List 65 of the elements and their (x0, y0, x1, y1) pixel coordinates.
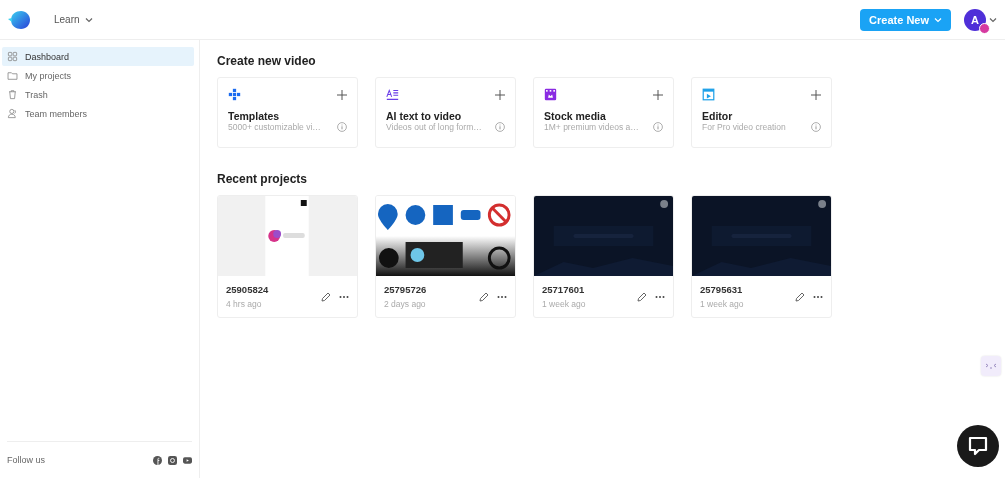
pencil-icon[interactable] (479, 291, 489, 302)
text-lines-icon (386, 88, 399, 101)
project-name: 25795726 (384, 284, 427, 295)
sidebar-label: Team members (25, 108, 87, 119)
project-time: 1 week ago (700, 299, 744, 309)
more-icon[interactable] (655, 294, 665, 299)
project-time: 2 days ago (384, 299, 427, 309)
more-icon[interactable] (497, 294, 507, 299)
follow-us-label: Follow us (7, 455, 45, 465)
sidebar-label: My projects (25, 70, 71, 81)
card-title: Editor (702, 110, 733, 122)
section-title: Create new video (217, 54, 317, 68)
sidebar-label: Dashboard (25, 51, 70, 62)
pencil-icon[interactable] (637, 291, 647, 302)
more-icon[interactable] (339, 294, 349, 299)
caret-icon[interactable] (989, 16, 997, 23)
project-card[interactable]: 25795726 2 days ago (375, 195, 516, 318)
card-subtitle: 1M+ premium videos a… (544, 122, 639, 132)
pencil-icon[interactable] (795, 291, 805, 302)
create-card[interactable]: Stock media 1M+ premium videos a… (533, 77, 674, 148)
caret-icon (84, 16, 93, 23)
instagram-icon[interactable] (168, 455, 177, 465)
sidebar-label: Trash (25, 89, 48, 100)
project-name: 25905824 (226, 284, 269, 295)
folder-icon (7, 70, 18, 81)
grid-icon (7, 51, 18, 62)
logo-icon[interactable] (8, 9, 30, 30)
plus-icon[interactable] (495, 89, 505, 100)
create-card[interactable]: Editor For Pro video creation (691, 77, 832, 148)
card-subtitle: 5000+ customizable vi… (228, 122, 321, 132)
sidebar-item[interactable]: Team members (2, 104, 194, 123)
project-card[interactable]: 25905824 4 hrs ago (217, 195, 358, 318)
chat-icon[interactable] (957, 425, 999, 467)
film-icon (544, 88, 557, 101)
facebook-icon[interactable] (153, 455, 162, 465)
create-card[interactable]: Templates 5000+ customizable vi… (217, 77, 358, 148)
project-name: 25795631 (700, 284, 744, 295)
play-window-icon (702, 88, 715, 101)
plus-icon[interactable] (337, 89, 347, 100)
card-subtitle: Videos out of long form… (386, 122, 482, 132)
project-time: 1 week ago (542, 299, 586, 309)
plus-icon[interactable] (811, 89, 821, 100)
project-card[interactable]: 25795631 1 week ago (691, 195, 832, 318)
sidebar-item[interactable]: Dashboard (2, 47, 194, 66)
sidebar-item[interactable]: Trash (2, 85, 194, 104)
caret-icon (934, 16, 942, 23)
more-icon[interactable] (813, 294, 823, 299)
card-title: Stock media (544, 110, 607, 122)
create-card[interactable]: AI text to video Videos out of long form… (375, 77, 516, 148)
project-card[interactable]: 25717601 1 week ago (533, 195, 674, 318)
card-title: Templates (228, 110, 281, 122)
project-name: 25717601 (542, 284, 586, 295)
card-subtitle: For Pro video creation (702, 122, 786, 132)
plus-icon[interactable] (653, 89, 663, 100)
youtube-icon[interactable] (183, 455, 192, 465)
section-title: Recent projects (217, 172, 309, 186)
project-time: 4 hrs ago (226, 299, 263, 309)
trash-icon (7, 89, 18, 100)
pencil-icon[interactable] (321, 291, 331, 302)
learn-menu[interactable]: Learn (52, 12, 95, 27)
sidebar-item[interactable]: My projects (2, 66, 194, 85)
people-icon (7, 108, 18, 119)
plus-blocks-icon (228, 88, 241, 101)
avatar[interactable]: A (964, 8, 986, 31)
card-title: AI text to video (386, 110, 463, 122)
